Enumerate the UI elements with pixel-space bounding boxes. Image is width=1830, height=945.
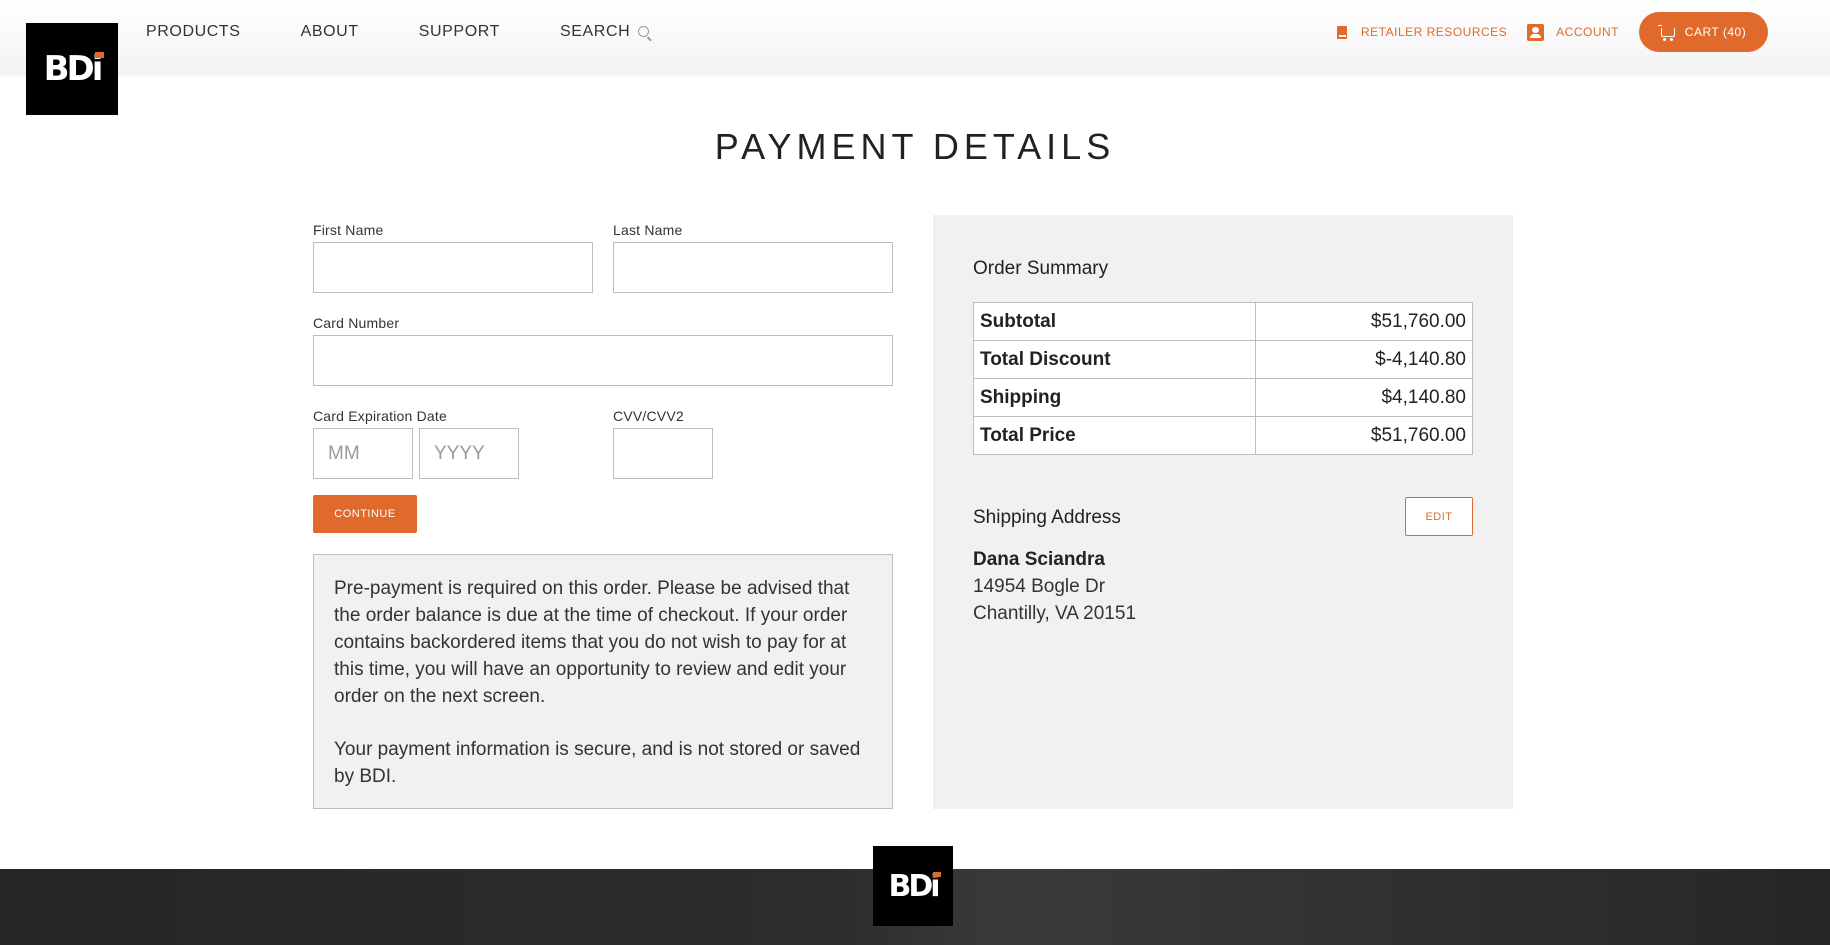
last-name-input[interactable] [613,242,893,293]
discount-value: $-4,140.80 [1255,340,1473,379]
cart-icon [1657,24,1675,41]
total-price-label: Total Price [973,416,1256,455]
cvv-input[interactable] [613,428,713,479]
nav-about-label: ABOUT [300,22,359,40]
nav-search-label: SEARCH [559,22,631,40]
continue-button[interactable]: CONTINUE [313,495,417,533]
notice-paragraph-1: Pre-payment is required on this order. P… [334,578,850,707]
account-link[interactable]: ACCOUNT [1527,23,1619,41]
address-line-1: 14954 Bogle Dr [973,576,1106,597]
book-icon [1337,25,1348,39]
notice-paragraph-2: Your payment information is secure, and … [334,739,861,787]
expiration-label: Card Expiration Date [313,408,447,424]
expiration-year-input[interactable] [419,428,519,479]
search-icon [638,26,650,37]
nav-products[interactable]: PRODUCTS [146,23,241,41]
account-icon [1527,23,1545,41]
edit-address-button[interactable]: EDIT [1405,497,1473,536]
table-row: Subtotal $51,760.00 [973,302,1473,341]
order-summary-panel: Order Summary Subtotal $51,760.00 Total … [933,215,1513,809]
nav-about[interactable]: ABOUT [301,23,359,41]
first-name-input[interactable] [313,242,593,293]
account-label: ACCOUNT [1556,25,1619,39]
table-row: Total Price $51,760.00 [973,416,1473,455]
nav-search[interactable]: SEARCH [559,22,650,41]
cart-label: CART (40) [1684,25,1747,39]
utility-nav: RETAILER RESOURCES ACCOUNT CART (40) [1337,12,1768,52]
table-row: Shipping $4,140.80 [973,378,1473,417]
last-name-label: Last Name [613,222,683,238]
shipping-address-title: Shipping Address [973,507,1121,528]
address-line-2: Chantilly, VA 20151 [973,603,1137,624]
footer-logo[interactable]: BD i [873,846,953,926]
brand-logo[interactable]: BD i [26,23,118,115]
card-number-label: Card Number [313,315,400,331]
cart-button[interactable]: CART (40) [1639,12,1768,52]
shipping-address: Dana Sciandra 14954 Bogle Dr Chantilly, … [973,546,1136,627]
total-price-value: $51,760.00 [1255,416,1473,455]
footer-logo-text: BD [888,868,933,904]
prepayment-notice: Pre-payment is required on this order. P… [313,554,893,809]
cvv-label: CVV/CVV2 [613,408,684,424]
shipping-label: Shipping [973,378,1256,417]
logo-text: BD [43,49,95,89]
nav-products-label: PRODUCTS [146,22,241,40]
nav-support-label: SUPPORT [418,22,500,40]
nav-support[interactable]: SUPPORT [419,23,500,41]
order-summary-table: Subtotal $51,760.00 Total Discount $-4,1… [973,302,1473,455]
subtotal-label: Subtotal [973,302,1256,341]
footer-logo-text-i: i [930,868,942,904]
logo-text-i: i [91,49,104,89]
site-header: PRODUCTS ABOUT SUPPORT SEARCH RETAILER R… [0,0,1830,73]
table-row: Total Discount $-4,140.80 [973,340,1473,379]
main-nav: PRODUCTS ABOUT SUPPORT SEARCH [146,0,709,63]
retailer-resources-label: RETAILER RESOURCES [1361,25,1508,39]
discount-label: Total Discount [973,340,1256,379]
address-name: Dana Sciandra [973,549,1105,570]
first-name-label: First Name [313,222,384,238]
retailer-resources-link[interactable]: RETAILER RESOURCES [1337,25,1507,39]
card-number-input[interactable] [313,335,893,386]
shipping-value: $4,140.80 [1255,378,1473,417]
expiration-month-input[interactable] [313,428,413,479]
subtotal-value: $51,760.00 [1255,302,1473,341]
order-summary-title: Order Summary [973,258,1109,279]
page-title: PAYMENT DETAILS [714,126,1116,167]
